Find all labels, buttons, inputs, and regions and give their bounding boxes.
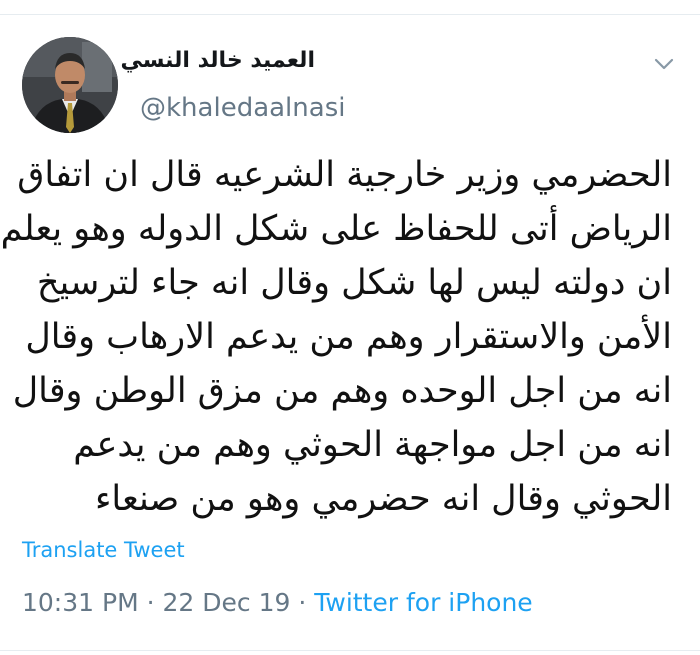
tweet-text-line: الحوثي وقال انه حضرمي وهو من صنعاء (94, 479, 672, 519)
tweet-text: الحضرمي وزير خارجية الشرعيه قال ان اتفاق… (0, 148, 672, 526)
meta-separator: · (138, 588, 163, 617)
chevron-down-icon[interactable] (652, 56, 676, 72)
tweet-header: العميد خالد النسي @khaledaalnasi (0, 0, 700, 140)
meta-separator: · (290, 588, 315, 617)
tweet-text-line: الحضرمي وزير خارجية الشرعيه قال ان اتفاق (17, 155, 672, 195)
tweet-text-line: الأمن والاستقرار وهم من يدعم الارهاب وقا… (25, 317, 672, 357)
tweet-text-line: ان دولته ليس لها شكل وقال انه جاء لترسيخ (36, 263, 672, 303)
tweet-time: 10:31 PM (22, 588, 139, 617)
tweet-text-line: انه من اجل الوحده وهم من مزق الوطن وقال (12, 371, 672, 411)
translate-tweet-link[interactable]: Translate Tweet (22, 538, 185, 562)
tweet-meta: 10:31 PM · 22 Dec 19 · Twitter for iPhon… (22, 588, 533, 617)
tweet-text-line: الرياض أتى للحفاظ على شكل الدوله وهو يعل… (0, 209, 672, 249)
author-display-name[interactable]: العميد خالد النسي (121, 48, 316, 73)
bottom-divider (0, 650, 700, 651)
tweet-date[interactable]: 22 Dec 19 (162, 588, 290, 617)
tweet-client-link[interactable]: Twitter for iPhone (314, 588, 532, 617)
avatar[interactable] (22, 37, 118, 133)
tweet-text-line: انه من اجل مواجهة الحوثي وهم من يدعم (73, 425, 672, 465)
author-handle[interactable]: @khaledaalnasi (140, 93, 345, 123)
